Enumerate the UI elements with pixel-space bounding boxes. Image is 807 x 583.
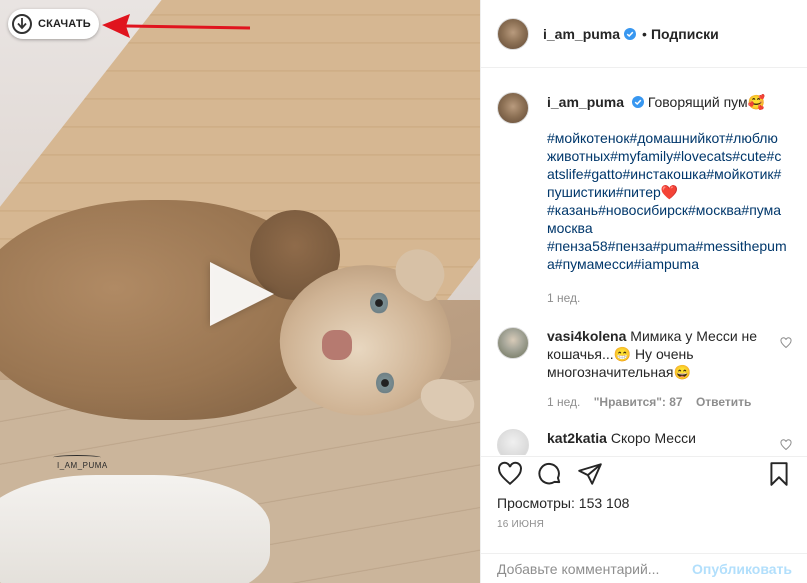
action-icons <box>497 457 792 491</box>
comments-list[interactable]: i_am_puma Говорящий пум🥰 #мойкотенок#дом… <box>481 69 807 455</box>
post-sidebar: i_am_puma • Подписки i_am_puma Говорящий… <box>480 0 807 583</box>
caption-meta: 1 нед. <box>547 289 787 307</box>
share-paper-plane-icon[interactable] <box>577 461 603 487</box>
pillow <box>0 475 270 583</box>
like-heart-icon[interactable] <box>497 461 523 487</box>
download-arrow-icon <box>12 14 32 34</box>
publish-button[interactable]: Опубликовать <box>692 561 792 577</box>
post-date[interactable]: 16 июня <box>497 519 792 530</box>
reply-button[interactable]: Ответить <box>696 395 751 409</box>
post-video[interactable]: I_AM_PUMA СКАЧАТЬ <box>0 0 480 583</box>
views-count: 153 108 <box>578 495 630 511</box>
caption-time[interactable]: 1 нед. <box>547 291 580 305</box>
comment-time[interactable]: 1 нед. <box>547 395 580 409</box>
like-comment-heart-icon[interactable] <box>780 439 792 451</box>
caption-hashtags[interactable]: #казань#новосибирск#москва#пумамосква <box>547 202 781 236</box>
bookmark-icon[interactable] <box>766 461 792 487</box>
comment-meta: 1 нед. "Нравится": 87 Ответить <box>547 393 762 411</box>
comment-avatar[interactable] <box>497 327 529 359</box>
comment-input[interactable] <box>497 560 693 577</box>
comment-body: vasi4kolena Мимика у Месси не кошачья...… <box>547 327 762 411</box>
download-button[interactable]: СКАЧАТЬ <box>8 9 99 39</box>
comment-bubble-icon[interactable] <box>537 461 563 487</box>
post-actions: Просмотры: 153 108 16 июня <box>481 456 807 530</box>
follow-button[interactable]: Подписки <box>651 26 719 42</box>
verified-badge-icon <box>631 96 644 108</box>
views-label: Просмотры: <box>497 495 575 511</box>
play-icon[interactable] <box>210 262 274 326</box>
download-label: СКАЧАТЬ <box>38 18 91 30</box>
comment-item: vasi4kolena Мимика у Месси не кошачья...… <box>497 327 792 411</box>
caption-hashtags[interactable]: #пенза58#пенза#puma#messithepuma#пумамес… <box>547 238 787 272</box>
comment-avatar[interactable] <box>497 429 529 455</box>
comment-body: kat2katia Скоро Месси <box>547 429 762 455</box>
puma-eye <box>370 292 388 314</box>
comment-username[interactable]: kat2katia <box>547 430 607 446</box>
avatar[interactable] <box>497 17 529 50</box>
verified-badge-icon <box>624 27 637 40</box>
header-separator: • <box>642 25 647 42</box>
views-counter: Просмотры: 153 108 <box>497 495 792 511</box>
comment-likes[interactable]: "Нравится": 87 <box>594 395 683 409</box>
comment-username[interactable]: vasi4kolena <box>547 328 626 344</box>
post-header: i_am_puma • Подписки <box>481 0 807 68</box>
post-caption: i_am_puma Говорящий пум🥰 #мойкотенок#дом… <box>497 92 792 307</box>
like-comment-heart-icon[interactable] <box>780 337 792 349</box>
comment-text: Скоро Месси <box>610 430 696 446</box>
red-arrow-annotation <box>102 14 251 38</box>
caption-avatar[interactable] <box>497 92 529 124</box>
puma-nose <box>322 330 352 360</box>
video-watermark: I_AM_PUMA <box>53 455 108 470</box>
post-viewer: I_AM_PUMA СКАЧАТЬ i_am_puma • Подписки i… <box>0 0 807 583</box>
comment-item: kat2katia Скоро Месси <box>497 429 792 455</box>
puma-eye <box>376 372 394 394</box>
caption-text: Говорящий пум🥰 <box>647 94 766 110</box>
header-username[interactable]: i_am_puma <box>543 26 620 42</box>
add-comment-bar: Опубликовать <box>481 553 807 583</box>
caption-username[interactable]: i_am_puma <box>547 94 624 110</box>
heart-emoji: ❤️ <box>660 184 679 200</box>
caption-body: i_am_puma Говорящий пум🥰 #мойкотенок#дом… <box>547 93 787 307</box>
